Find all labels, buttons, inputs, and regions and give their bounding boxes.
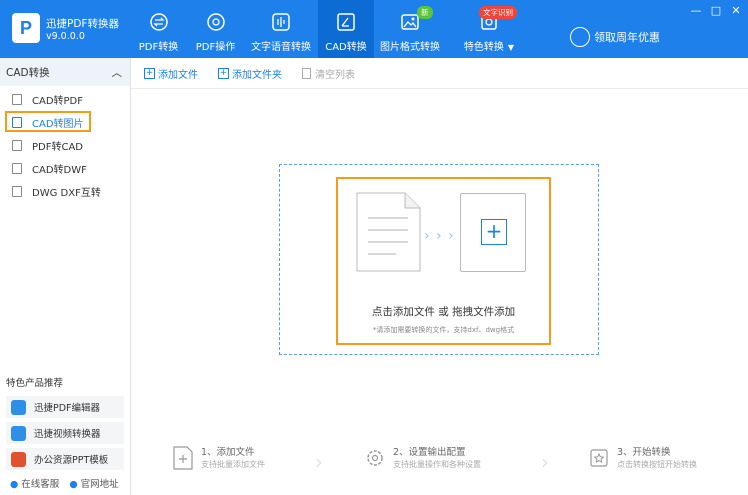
website-link[interactable]: ● 官网地址 bbox=[69, 476, 118, 490]
plus-icon: + bbox=[481, 219, 507, 245]
step-title: 1、添加文件 bbox=[201, 447, 255, 458]
file-icon bbox=[12, 186, 22, 197]
add-file-button[interactable]: + 添加文件 bbox=[144, 66, 198, 81]
sidebar-item-label: CAD转PDF bbox=[32, 96, 84, 107]
pdf-convert-icon bbox=[149, 12, 169, 32]
main-nav: PDF转换 PDF操作 文字语音转换 CAD转换 图片格式转换 新 特色转换 ▼… bbox=[130, 0, 532, 58]
sidebar-item-cad-to-dwf[interactable]: CAD转DWF bbox=[0, 157, 130, 180]
file-icon bbox=[12, 163, 22, 174]
new-badge: 新 bbox=[417, 6, 433, 19]
featured-video-converter[interactable]: 迅捷视频转换器 bbox=[6, 422, 124, 444]
step-start-convert: 3、开始转换 点击转换按钮开始转换 bbox=[589, 446, 697, 470]
sidebar-item-label: DWG DXF互转 bbox=[32, 188, 101, 199]
pdf-ops-icon bbox=[206, 12, 226, 32]
app-version: v9.0.0.0 bbox=[46, 31, 85, 42]
add-file-icon: + bbox=[144, 67, 155, 79]
app-name: 迅捷PDF转换器 bbox=[46, 18, 119, 30]
browser-icon: ● bbox=[69, 479, 78, 490]
featured-label: 迅捷视频转换器 bbox=[34, 429, 101, 440]
chevron-down-icon: ▼ bbox=[507, 43, 515, 52]
file-icon bbox=[12, 94, 22, 105]
featured-label: 迅捷PDF编辑器 bbox=[34, 403, 101, 414]
nav-label: PDF操作 bbox=[195, 42, 236, 53]
featured-label: 办公资源PPT模板 bbox=[34, 455, 109, 466]
clear-list-button[interactable]: 清空列表 bbox=[302, 66, 355, 81]
headset-icon: ● bbox=[10, 479, 19, 490]
pdf-editor-icon bbox=[11, 399, 26, 415]
ocr-badge: 文字识别 bbox=[479, 6, 517, 19]
selected-item-highlight bbox=[5, 111, 91, 132]
add-folder-button[interactable]: + 添加文件夹 bbox=[218, 66, 282, 81]
featured-pdf-editor[interactable]: 迅捷PDF编辑器 bbox=[6, 396, 124, 418]
nav-pdf-convert[interactable]: PDF转换 bbox=[130, 0, 187, 58]
add-folder-icon: + bbox=[218, 67, 229, 79]
add-document-icon bbox=[173, 446, 193, 470]
nav-label: 特色转换 ▼ bbox=[463, 42, 515, 53]
nav-image-convert[interactable]: 图片格式转换 新 bbox=[374, 0, 446, 58]
step-output-settings: 2、设置输出配置 支持批量操作和各种设置 bbox=[365, 446, 481, 470]
window-controls: — □ ✕ bbox=[690, 4, 742, 17]
featured-title: 特色产品推荐 bbox=[6, 378, 64, 389]
online-service-link[interactable]: ● 在线客服 bbox=[10, 476, 59, 490]
minimize-icon[interactable]: — bbox=[690, 4, 702, 17]
convert-star-icon bbox=[589, 446, 609, 470]
file-icon bbox=[12, 140, 22, 151]
promo-button[interactable]: 领取周年优惠 bbox=[570, 27, 660, 47]
nav-audio-convert[interactable]: 文字语音转换 bbox=[244, 0, 318, 58]
sidebar-section-title: CAD转换 bbox=[6, 66, 50, 79]
nav-pdf-ops[interactable]: PDF操作 bbox=[187, 0, 244, 58]
step-add-file: 1、添加文件 支持批量添加文件 bbox=[173, 446, 265, 470]
featured-ppt-templates[interactable]: 办公资源PPT模板 bbox=[6, 448, 124, 470]
chevron-up-icon[interactable]: ︿ bbox=[112, 65, 123, 80]
promo-label: 领取周年优惠 bbox=[594, 31, 660, 44]
sidebar-footer: ● 在线客服 ● 官网地址 bbox=[10, 476, 119, 490]
arrow-right-icon: › › › bbox=[424, 228, 455, 244]
nav-label: 图片格式转换 bbox=[380, 42, 440, 53]
toolbar: + 添加文件 + 添加文件夹 清空列表 bbox=[131, 58, 748, 89]
restore-icon[interactable]: □ bbox=[710, 4, 722, 17]
step-title: 2、设置输出配置 bbox=[393, 447, 466, 458]
sidebar-section-header[interactable]: CAD转换 ︿ bbox=[0, 58, 130, 86]
ppt-template-icon bbox=[11, 451, 26, 467]
close-icon[interactable]: ✕ bbox=[730, 4, 742, 17]
nav-label: CAD转换 bbox=[325, 42, 367, 53]
nav-label: 文字语音转换 bbox=[251, 42, 311, 53]
title-bar: P 迅捷PDF转换器 v9.0.0.0 PDF转换 PDF操作 文字语音转换 C… bbox=[0, 0, 748, 58]
nav-cad-convert[interactable]: CAD转换 bbox=[318, 0, 374, 58]
sidebar-item-cad-to-pdf[interactable]: CAD转PDF bbox=[0, 88, 130, 111]
drop-zone-hint: *请添加需要转换的文件，支持dxf、dwg格式 bbox=[372, 326, 515, 334]
step-separator: › bbox=[315, 450, 323, 474]
sidebar-item-dwg-dxf[interactable]: DWG DXF互转 bbox=[0, 180, 130, 203]
step-desc: 支持批量操作和各种设置 bbox=[393, 460, 481, 469]
sidebar-item-label: CAD转DWF bbox=[32, 165, 87, 176]
add-file-box[interactable]: + bbox=[460, 193, 526, 272]
sidebar-item-pdf-to-cad[interactable]: PDF转CAD bbox=[0, 134, 130, 157]
gear-icon bbox=[365, 446, 385, 470]
video-converter-icon bbox=[11, 425, 26, 441]
step-separator: › bbox=[541, 450, 549, 474]
drop-zone-instruction: 点击添加文件 或 拖拽文件添加 bbox=[371, 306, 516, 318]
step-title: 3、开始转换 bbox=[617, 447, 671, 458]
sidebar-item-label: PDF转CAD bbox=[32, 142, 84, 153]
nav-special-convert[interactable]: 特色转换 ▼ 文字识别 bbox=[446, 0, 532, 58]
app-logo: P bbox=[12, 13, 40, 43]
document-icon bbox=[356, 192, 421, 272]
step-desc: 点击转换按钮开始转换 bbox=[617, 460, 697, 469]
trash-icon bbox=[302, 67, 311, 79]
nav-label: PDF转换 bbox=[138, 42, 179, 53]
step-desc: 支持批量添加文件 bbox=[201, 460, 265, 469]
cad-icon bbox=[336, 12, 356, 32]
user-icon bbox=[570, 27, 590, 47]
audio-icon bbox=[271, 12, 291, 32]
